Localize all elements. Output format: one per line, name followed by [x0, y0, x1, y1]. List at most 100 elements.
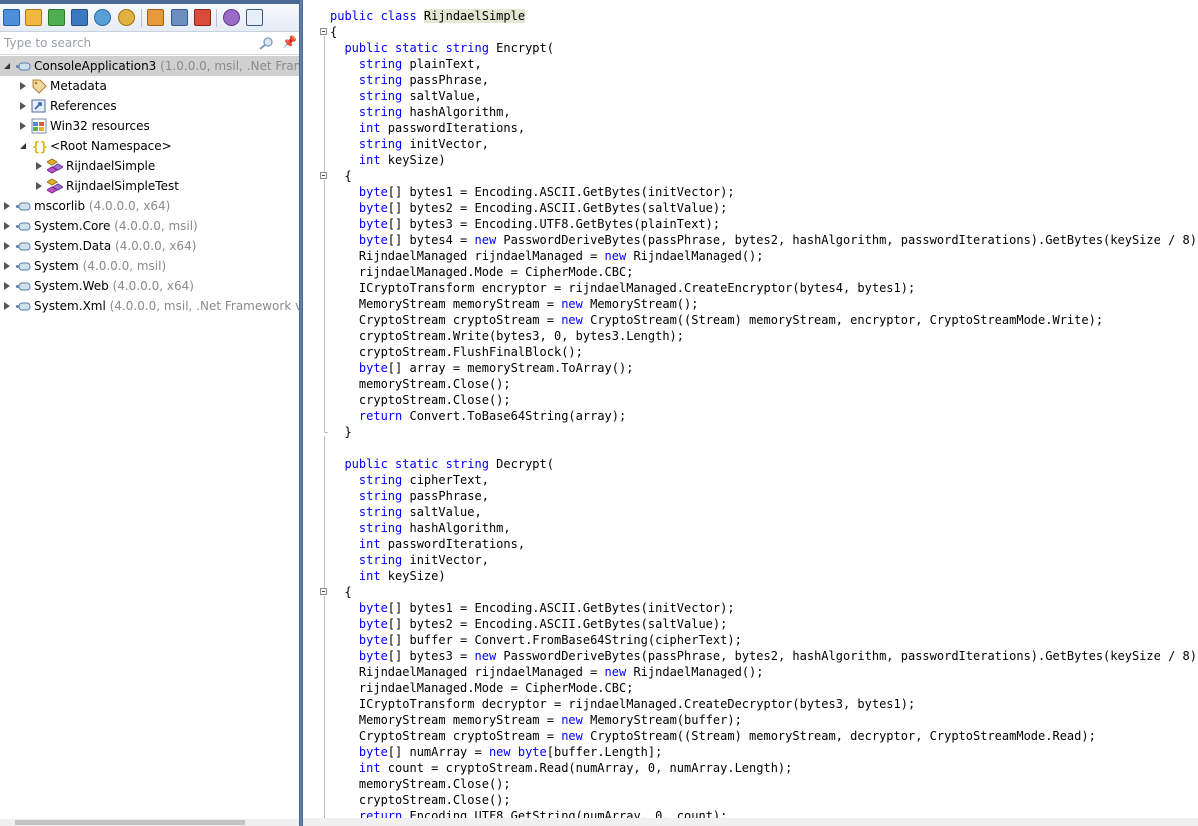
expand-arrow-icon[interactable] — [4, 302, 10, 310]
refresh-icon[interactable] — [94, 9, 111, 26]
assembly-icon — [15, 278, 31, 294]
options-icon[interactable] — [118, 9, 135, 26]
tree-item[interactable]: RijndaelSimpleTest — [0, 176, 299, 196]
code-line[interactable]: byte[] bytes3 = Encoding.UTF8.GetBytes(p… — [330, 216, 1198, 232]
code-line[interactable]: public class RijndaelSimple — [330, 8, 1198, 24]
code-line[interactable]: public static string Decrypt( — [330, 456, 1198, 472]
code-line[interactable]: string passPhrase, — [330, 488, 1198, 504]
code-text: { — [330, 25, 338, 39]
code-line[interactable]: ICryptoTransform decryptor = rijndaelMan… — [330, 696, 1198, 712]
code-line[interactable]: memoryStream.Close(); — [330, 376, 1198, 392]
tree-item[interactable]: System.Xml (4.0.0.0, msil, .Net Framewor… — [0, 296, 299, 316]
tree-item[interactable]: ConsoleApplication3 (1.0.0.0, msil, .Net… — [0, 56, 299, 76]
code-line[interactable]: byte[] bytes2 = Encoding.ASCII.GetBytes(… — [330, 616, 1198, 632]
tree-item[interactable]: Metadata — [0, 76, 299, 96]
tree-item-label: System (4.0.0.0, msil) — [34, 259, 167, 273]
code-line[interactable]: cryptoStream.Close(); — [330, 792, 1198, 808]
code-line[interactable]: byte[] bytes2 = Encoding.ASCII.GetBytes(… — [330, 200, 1198, 216]
add-assembly-icon[interactable] — [3, 9, 20, 26]
expand-arrow-icon[interactable] — [20, 82, 26, 90]
code-line[interactable]: CryptoStream cryptoStream = new CryptoSt… — [330, 312, 1198, 328]
delete-icon[interactable] — [194, 9, 211, 26]
code-line[interactable]: RijndaelManaged rijndaelManaged = new Ri… — [330, 664, 1198, 680]
search-tool-icon[interactable] — [223, 9, 240, 26]
expand-arrow-icon[interactable] — [36, 182, 42, 190]
code-line[interactable]: string initVector, — [330, 552, 1198, 568]
expand-arrow-icon[interactable] — [20, 122, 26, 130]
code-line[interactable]: rijndaelManaged.Mode = CipherMode.CBC; — [330, 264, 1198, 280]
code-line[interactable]: byte[] bytes3 = new PasswordDeriveBytes(… — [330, 648, 1198, 664]
code-line[interactable]: { — [330, 584, 1198, 600]
code-line[interactable]: int passwordIterations, — [330, 120, 1198, 136]
tree-item[interactable]: System (4.0.0.0, msil) — [0, 256, 299, 276]
code-line[interactable]: cryptoStream.Write(bytes3, 0, bytes3.Len… — [330, 328, 1198, 344]
open-folder-icon[interactable] — [25, 9, 42, 26]
code-line[interactable]: byte[] buffer = Convert.FromBase64String… — [330, 632, 1198, 648]
save-icon[interactable] — [71, 9, 88, 26]
search-input[interactable] — [2, 34, 246, 52]
code-line[interactable]: ICryptoTransform encryptor = rijndaelMan… — [330, 280, 1198, 296]
collapse-arrow-icon[interactable] — [4, 63, 10, 69]
archive-icon[interactable] — [171, 9, 188, 26]
code-line[interactable]: memoryStream.Close(); — [330, 776, 1198, 792]
code-line[interactable]: string hashAlgorithm, — [330, 104, 1198, 120]
code-line[interactable]: return Convert.ToBase64String(array); — [330, 408, 1198, 424]
tree-item[interactable]: System.Core (4.0.0.0, msil) — [0, 216, 299, 236]
fold-toggle-icon[interactable] — [320, 28, 327, 35]
tree-item[interactable]: System.Data (4.0.0.0, x64) — [0, 236, 299, 256]
expand-arrow-icon[interactable] — [20, 102, 26, 110]
code-line[interactable]: string plainText, — [330, 56, 1198, 72]
export-icon[interactable] — [48, 9, 65, 26]
code-line[interactable]: int count = cryptoStream.Read(numArray, … — [330, 760, 1198, 776]
code-line[interactable]: string hashAlgorithm, — [330, 520, 1198, 536]
code-line[interactable]: cryptoStream.Close(); — [330, 392, 1198, 408]
package-icon[interactable] — [246, 9, 263, 26]
code-line[interactable]: byte[] bytes4 = new PasswordDeriveBytes(… — [330, 232, 1198, 248]
scrollbar-thumb[interactable] — [15, 820, 245, 825]
tree-item[interactable]: References — [0, 96, 299, 116]
expand-arrow-icon[interactable] — [4, 282, 10, 290]
code-line[interactable]: public static string Encrypt( — [330, 40, 1198, 56]
code-line[interactable]: int keySize) — [330, 152, 1198, 168]
code-line[interactable]: string saltValue, — [330, 504, 1198, 520]
pin-icon[interactable]: 📌 — [282, 35, 297, 49]
expand-arrow-icon[interactable] — [4, 202, 10, 210]
code-line[interactable]: int keySize) — [330, 568, 1198, 584]
code-line[interactable]: byte[] array = memoryStream.ToArray(); — [330, 360, 1198, 376]
code-line[interactable]: { — [330, 168, 1198, 184]
horizontal-scrollbar[interactable] — [0, 819, 299, 826]
code-line[interactable]: MemoryStream memoryStream = new MemorySt… — [330, 296, 1198, 312]
tree-item[interactable]: {} <Root Namespace> — [0, 136, 299, 156]
search-icon[interactable] — [258, 36, 274, 50]
code-line[interactable]: int passwordIterations, — [330, 536, 1198, 552]
fold-toggle-icon[interactable] — [320, 588, 327, 595]
code-line[interactable]: byte[] bytes1 = Encoding.ASCII.GetBytes(… — [330, 184, 1198, 200]
code-line[interactable]: MemoryStream memoryStream = new MemorySt… — [330, 712, 1198, 728]
collapse-arrow-icon[interactable] — [20, 143, 26, 149]
code-line[interactable]: string initVector, — [330, 136, 1198, 152]
expand-arrow-icon[interactable] — [4, 242, 10, 250]
code-line[interactable]: rijndaelManaged.Mode = CipherMode.CBC; — [330, 680, 1198, 696]
tree-item[interactable]: System.Web (4.0.0.0, x64) — [0, 276, 299, 296]
code-line[interactable]: string cipherText, — [330, 472, 1198, 488]
tree-item[interactable]: RijndaelSimple — [0, 156, 299, 176]
code-line[interactable]: RijndaelManaged rijndaelManaged = new Ri… — [330, 248, 1198, 264]
folder-icon[interactable] — [147, 9, 164, 26]
tree-item[interactable]: mscorlib (4.0.0.0, x64) — [0, 196, 299, 216]
code-line[interactable]: } — [330, 424, 1198, 440]
tree-item[interactable]: Win32 resources — [0, 116, 299, 136]
fold-toggle-icon[interactable] — [320, 172, 327, 179]
code-keyword: int — [330, 121, 388, 135]
expand-arrow-icon[interactable] — [4, 262, 10, 270]
code-line[interactable]: { — [330, 24, 1198, 40]
code-line[interactable]: byte[] bytes1 = Encoding.ASCII.GetBytes(… — [330, 600, 1198, 616]
code-line[interactable]: cryptoStream.FlushFinalBlock(); — [330, 344, 1198, 360]
code-line[interactable] — [330, 440, 1198, 456]
expand-arrow-icon[interactable] — [36, 162, 42, 170]
code-line[interactable]: byte[] numArray = new byte[buffer.Length… — [330, 744, 1198, 760]
code-horizontal-scrollbar[interactable] — [303, 818, 1198, 826]
expand-arrow-icon[interactable] — [4, 222, 10, 230]
code-line[interactable]: string saltValue, — [330, 88, 1198, 104]
code-line[interactable]: string passPhrase, — [330, 72, 1198, 88]
code-line[interactable]: CryptoStream cryptoStream = new CryptoSt… — [330, 728, 1198, 744]
